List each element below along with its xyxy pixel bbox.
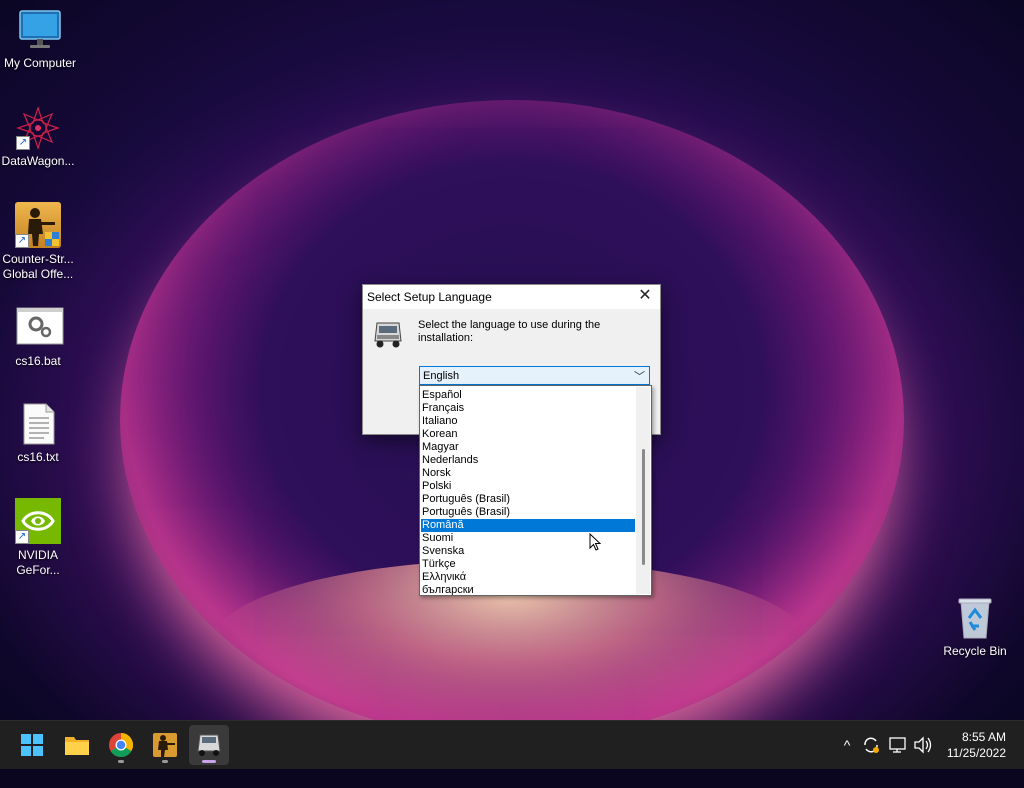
desktop-icon-datawagon[interactable]: ↗ DataWagon...: [0, 106, 78, 169]
truck-setup-icon: [371, 319, 405, 349]
recycle-bin-icon: [953, 596, 997, 640]
text-file-icon: [16, 402, 60, 446]
desktop-icon-label: DataWagon...: [1, 154, 75, 168]
desktop-icon-cs16-txt[interactable]: cs16.txt: [0, 402, 78, 465]
truck-setup-icon: [197, 734, 221, 756]
chevron-up-icon: ^: [843, 737, 851, 753]
language-option[interactable]: български: [421, 584, 635, 595]
start-icon: [21, 734, 43, 756]
mandala-icon: ↗: [16, 106, 60, 150]
file-explorer-icon: [65, 737, 89, 755]
taskbar-chrome[interactable]: [101, 725, 141, 765]
language-option[interactable]: Suomi: [421, 532, 635, 545]
taskbar: ^ 8:55 AM 11/25/2022: [0, 720, 1024, 769]
desktop-icon-recycle-bin[interactable]: Recycle Bin: [935, 596, 1015, 659]
language-option[interactable]: Svenska: [421, 545, 635, 558]
language-select-value: English: [423, 370, 460, 382]
taskbar-clock[interactable]: 8:55 AM 11/25/2022: [947, 729, 1006, 761]
clock-date: 11/25/2022: [946, 746, 1006, 760]
dropdown-scrollbar-thumb[interactable]: [642, 449, 645, 565]
shortcut-arrow-icon: ↗: [15, 234, 29, 248]
desktop-icon-label: NVIDIA GeFor...: [16, 548, 60, 577]
language-option[interactable]: Português (Brasil): [421, 506, 635, 519]
language-option-highlighted[interactable]: Română: [421, 519, 635, 532]
running-indicator: [162, 760, 168, 763]
language-option[interactable]: Norsk: [421, 467, 635, 480]
taskbar-file-explorer[interactable]: [57, 725, 97, 765]
language-option[interactable]: Français: [421, 402, 635, 415]
chrome-icon: [109, 733, 134, 758]
desktop-icon-counter-strike[interactable]: ↗ Counter-Str... Global Offe...: [0, 202, 78, 282]
tray-overflow-chevron[interactable]: ^: [838, 721, 856, 769]
language-option[interactable]: Ελληνικά: [421, 571, 635, 584]
desktop-icon-nvidia[interactable]: ↗ NVIDIA GeFor...: [0, 498, 78, 578]
language-option[interactable]: Magyar: [421, 441, 635, 454]
language-option[interactable]: Türkçe: [421, 558, 635, 571]
dialog-title: Select Setup Language: [367, 290, 492, 304]
desktop-icon-label: cs16.txt: [17, 450, 59, 464]
taskbar-counter-strike[interactable]: [145, 725, 185, 765]
language-option[interactable]: Português (Brasil): [421, 493, 635, 506]
desktop-icon-my-computer[interactable]: My Computer: [0, 8, 80, 71]
dialog-titlebar[interactable]: Select Setup Language ✕: [363, 285, 660, 310]
close-icon[interactable]: ✕: [636, 287, 654, 305]
chevron-down-icon: ﹀: [634, 371, 645, 383]
desktop-icon-label: Recycle Bin: [943, 644, 1007, 658]
clock-time: 8:55 AM: [961, 730, 1006, 744]
desktop-icon-label: cs16.bat: [15, 354, 61, 368]
mouse-cursor-icon: [589, 532, 602, 551]
monitor-icon: [18, 8, 62, 52]
desktop-icon-cs16-bat[interactable]: cs16.bat: [0, 306, 78, 369]
soldier-icon: ↗: [15, 202, 61, 248]
tray-sync-icon[interactable]: [860, 721, 882, 769]
language-option[interactable]: Español: [421, 389, 635, 402]
nvidia-icon: ↗: [15, 498, 61, 544]
shortcut-arrow-icon: ↗: [15, 530, 29, 544]
desktop-icon-label: Counter-Str... Global Offe...: [2, 252, 74, 281]
language-option[interactable]: Nederlands: [421, 454, 635, 467]
gear-file-icon: [16, 306, 64, 350]
active-indicator: [202, 760, 216, 763]
language-select[interactable]: English ﹀: [419, 366, 650, 385]
language-dropdown-list[interactable]: Español Français Italiano Korean Magyar …: [419, 385, 652, 596]
taskbar-truck-setup[interactable]: [189, 725, 229, 765]
dialog-prompt: Select the language to use during the in…: [418, 319, 601, 344]
running-indicator: [118, 760, 124, 763]
language-option[interactable]: Korean: [421, 428, 635, 441]
tray-network-icon[interactable]: [887, 721, 909, 769]
language-option[interactable]: Italiano: [421, 415, 635, 428]
start-button[interactable]: [12, 725, 52, 765]
tray-volume-icon[interactable]: [912, 721, 934, 769]
desktop-icon-label: My Computer: [3, 56, 77, 70]
counter-strike-icon: [153, 733, 177, 757]
language-option[interactable]: Polski: [421, 480, 635, 493]
shortcut-arrow-icon: ↗: [16, 136, 30, 150]
